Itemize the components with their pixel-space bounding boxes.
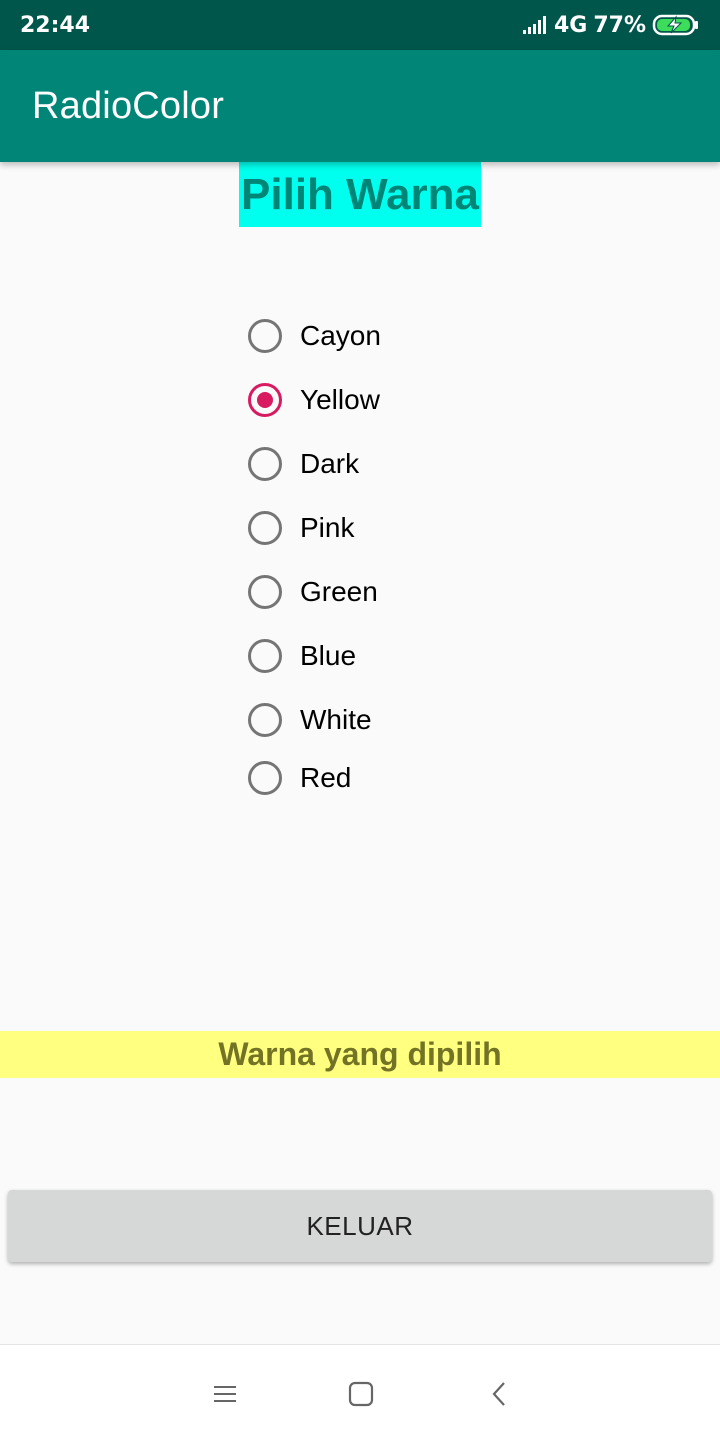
radio-label: Green bbox=[300, 576, 378, 607]
radio-white[interactable]: White bbox=[248, 688, 372, 752]
radio-blue[interactable]: Blue bbox=[248, 624, 356, 688]
radio-circle-icon[interactable] bbox=[248, 639, 282, 673]
radio-circle-icon[interactable] bbox=[248, 447, 282, 481]
back-icon[interactable] bbox=[484, 1379, 514, 1409]
page-title: Pilih Warna bbox=[239, 162, 481, 227]
radio-label: Yellow bbox=[300, 384, 380, 415]
radio-yellow[interactable]: Yellow bbox=[248, 368, 380, 432]
radio-red[interactable]: Red bbox=[248, 746, 351, 810]
radio-circle-icon[interactable] bbox=[248, 761, 282, 795]
navigation-bar bbox=[0, 1344, 720, 1441]
radio-pink[interactable]: Pink bbox=[248, 496, 354, 560]
radio-checked-icon[interactable] bbox=[248, 383, 282, 417]
battery-percent: 77% bbox=[593, 12, 646, 38]
radio-circle-icon[interactable] bbox=[248, 319, 282, 353]
status-bar: 22:44 4G 77% bbox=[0, 0, 720, 50]
status-time: 22:44 bbox=[20, 12, 91, 38]
app-bar: RadioColor bbox=[0, 50, 720, 162]
radio-label: Pink bbox=[300, 512, 355, 543]
radio-label: Dark bbox=[300, 448, 360, 479]
radio-circle-icon[interactable] bbox=[248, 511, 282, 545]
radio-label: Red bbox=[300, 762, 352, 793]
network-type: 4G bbox=[553, 12, 588, 38]
radio-label: Cayon bbox=[300, 320, 381, 351]
home-icon[interactable] bbox=[346, 1379, 376, 1409]
signal-icon bbox=[522, 16, 548, 34]
status-indicators: 4G 77% bbox=[522, 13, 700, 38]
selected-color-strip: Warna yang dipilih bbox=[0, 1031, 720, 1078]
radio-label: Blue bbox=[300, 640, 357, 671]
radio-dark[interactable]: Dark bbox=[248, 432, 359, 496]
selected-color-text: Warna yang dipilih bbox=[218, 1036, 502, 1072]
battery-charging-icon bbox=[652, 14, 700, 36]
exit-button[interactable]: KELUAR bbox=[8, 1190, 712, 1262]
radio-green[interactable]: Green bbox=[248, 560, 378, 624]
heading-container: Pilih Warna bbox=[0, 162, 720, 227]
radio-circle-icon[interactable] bbox=[248, 703, 282, 737]
radio-circle-icon[interactable] bbox=[248, 575, 282, 609]
radio-label: White bbox=[300, 704, 372, 735]
app-title: RadioColor bbox=[32, 84, 225, 127]
radio-cayon[interactable]: Cayon bbox=[248, 304, 381, 368]
menu-icon[interactable] bbox=[210, 1379, 240, 1409]
